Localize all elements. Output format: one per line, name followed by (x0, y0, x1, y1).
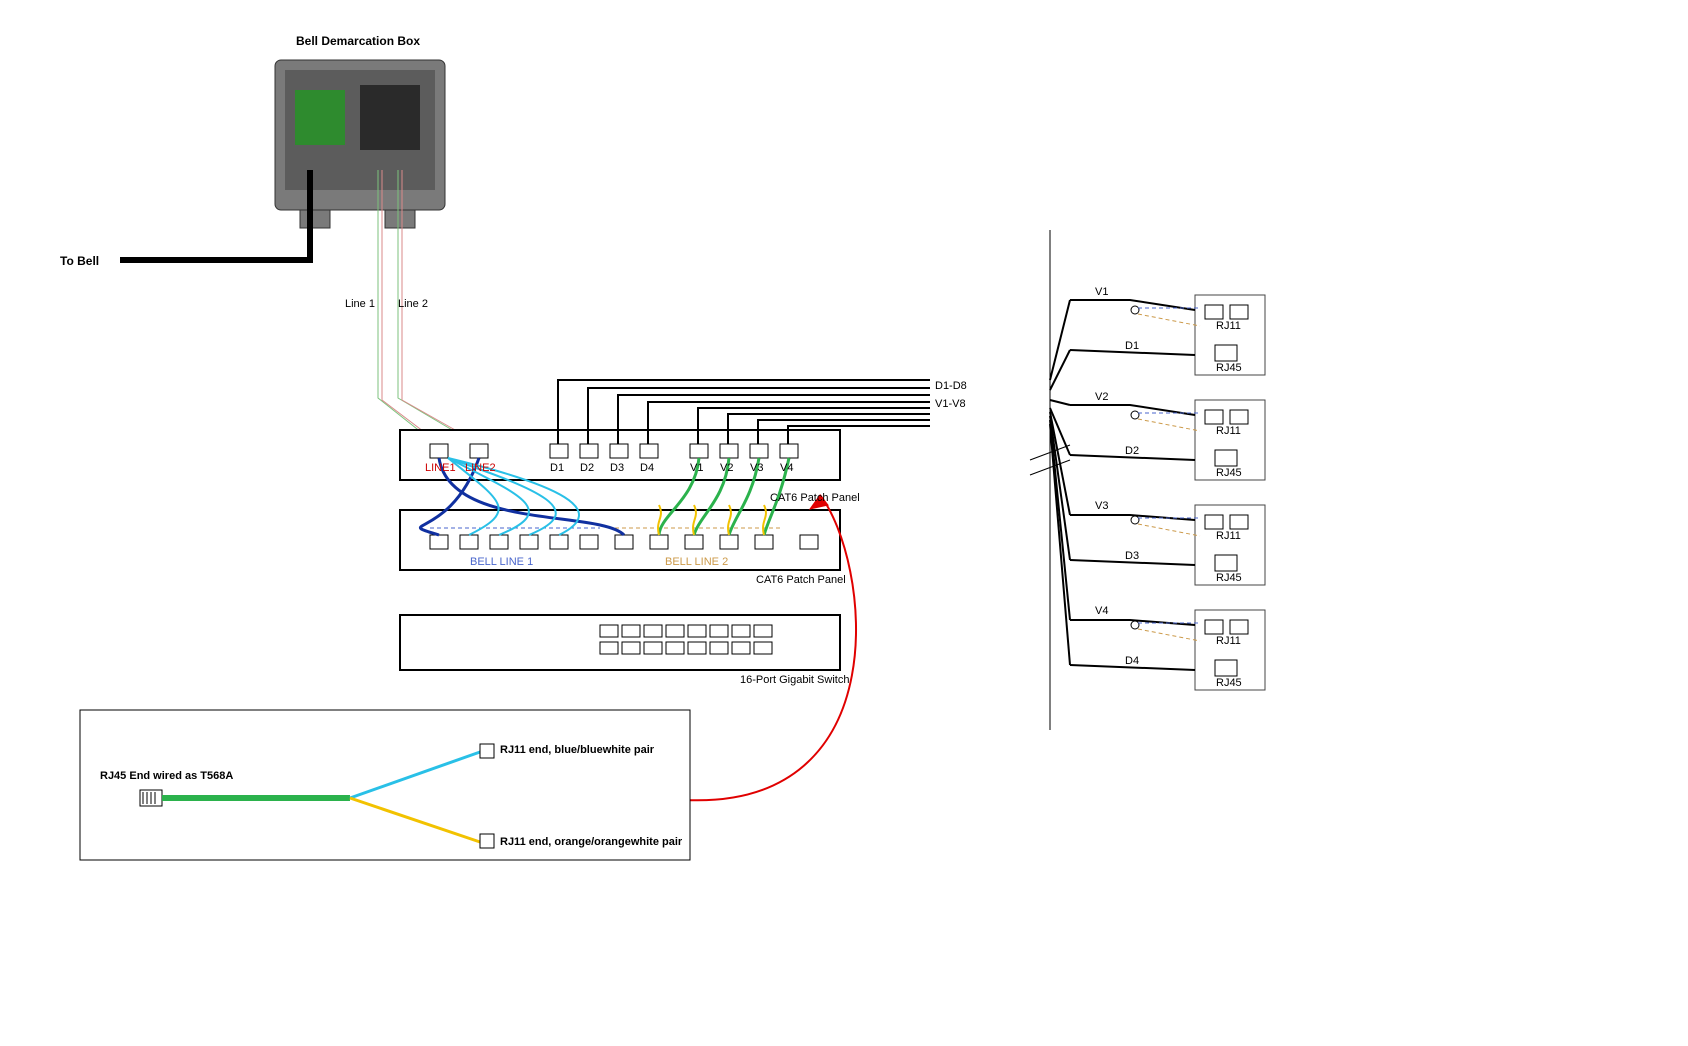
room2-v: V2 (1095, 391, 1108, 403)
port-v4: V4 (780, 462, 793, 474)
gigabit-switch (400, 615, 840, 670)
to-bell-label: To Bell (60, 254, 99, 268)
room2-rj11: RJ11 (1216, 425, 1241, 437)
bell-line1: BELL LINE 1 (470, 556, 533, 568)
room4-rj11: RJ11 (1216, 635, 1241, 647)
room4-d: D4 (1125, 655, 1139, 667)
bundle-d: D1-D8 (935, 380, 967, 392)
switch-label: 16-Port Gigabit Switch (740, 674, 849, 686)
room1-rj11: RJ11 (1216, 320, 1241, 332)
port-d3: D3 (610, 462, 624, 474)
port-line2: LINE2 (465, 462, 496, 474)
patch-top-label: CAT6 Patch Panel (770, 492, 860, 504)
port-v3: V3 (750, 462, 763, 474)
port-d4: D4 (640, 462, 654, 474)
legend-rj11-orange: RJ11 end, orange/orangewhite pair (500, 836, 682, 848)
room3-rj45: RJ45 (1216, 572, 1242, 584)
room2-rj45: RJ45 (1216, 467, 1242, 479)
room1-d: D1 (1125, 340, 1139, 352)
demarc-title: Bell Demarcation Box (296, 34, 420, 48)
bell-line2: BELL LINE 2 (665, 556, 728, 568)
room2-d: D2 (1125, 445, 1139, 457)
port-v1: V1 (690, 462, 703, 474)
legend-rj45: RJ45 End wired as T568A (100, 770, 233, 782)
patch-panel-bottom (400, 510, 840, 570)
legend-rj11-blue: RJ11 end, blue/bluewhite pair (500, 744, 654, 756)
demarc-box (120, 60, 480, 444)
line2-label: Line 2 (398, 298, 428, 310)
room3-v: V3 (1095, 500, 1108, 512)
room3-rj11: RJ11 (1216, 530, 1241, 542)
room1-v: V1 (1095, 286, 1108, 298)
bundle-v: V1-V8 (935, 398, 966, 410)
room1-rj45: RJ45 (1216, 362, 1242, 374)
patch-bottom-label: CAT6 Patch Panel (756, 574, 846, 586)
room-side (1030, 230, 1070, 730)
room4-v: V4 (1095, 605, 1108, 617)
diagram-root: { "demarc": { "title": "Bell Demarcation… (0, 0, 1688, 1046)
port-d1: D1 (550, 462, 564, 474)
port-d2: D2 (580, 462, 594, 474)
port-v2: V2 (720, 462, 733, 474)
room3-d: D3 (1125, 550, 1139, 562)
room4-rj45: RJ45 (1216, 677, 1242, 689)
port-line1: LINE1 (425, 462, 456, 474)
line1-label: Line 1 (345, 298, 375, 310)
